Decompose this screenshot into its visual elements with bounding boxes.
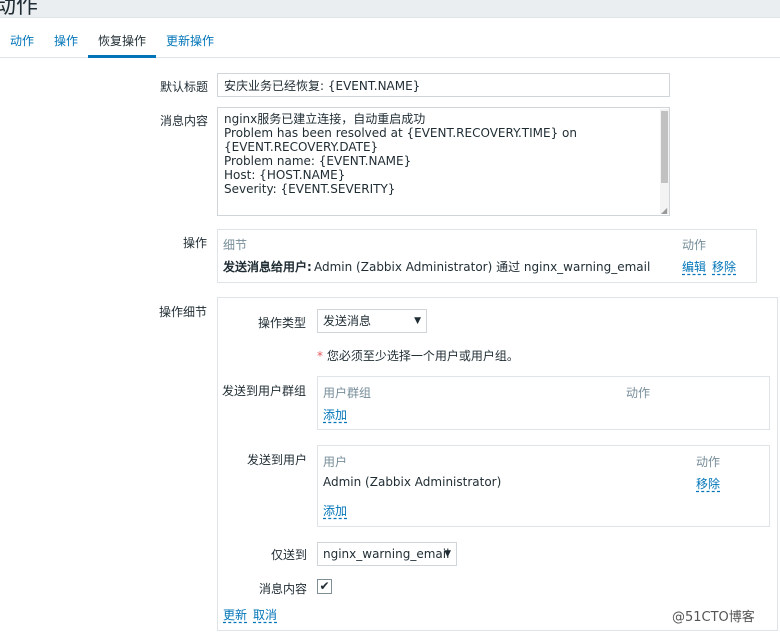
resize-grip-icon[interactable]: ◢ bbox=[661, 206, 669, 215]
remove-user-link[interactable]: 移除 bbox=[696, 475, 720, 492]
operation-type-label: 操作类型 bbox=[258, 316, 307, 330]
tab-action[interactable]: 动作 bbox=[10, 32, 34, 56]
operation-type-value: 发送消息 bbox=[323, 314, 372, 328]
scrollbar-thumb[interactable] bbox=[661, 111, 668, 183]
required-note-text: 您必须至少选择一个用户或用户组。 bbox=[326, 349, 519, 363]
required-note: * 您必须至少选择一个用户或用户组。 bbox=[317, 347, 519, 364]
message-scrollbar[interactable] bbox=[660, 109, 669, 214]
add-user-group-link[interactable]: 添加 bbox=[323, 406, 347, 423]
send-only-to-select[interactable]: nginx_warning_email ▼ bbox=[317, 542, 457, 566]
default-subject-input[interactable] bbox=[217, 73, 670, 97]
operation-detail-prefix: 发送消息给用户: bbox=[223, 260, 312, 274]
active-tab-indicator bbox=[88, 55, 156, 58]
user-name: Admin (Zabbix Administrator) bbox=[323, 475, 502, 489]
send-to-users-label: 发送到用户 bbox=[247, 453, 308, 467]
send-to-groups-label: 发送到用户群组 bbox=[222, 384, 307, 398]
required-star: * bbox=[317, 349, 323, 363]
message-line: Problem has been resolved at {EVENT.RECO… bbox=[224, 126, 577, 140]
message-line: {EVENT.RECOVERY.DATE} bbox=[224, 140, 379, 154]
update-link[interactable]: 更新 bbox=[223, 606, 247, 623]
tab-recovery-operations[interactable]: 恢复操作 bbox=[98, 32, 146, 56]
tab-bar: 动作 操作 恢复操作 更新操作 bbox=[0, 19, 780, 58]
page-title: 动作 bbox=[0, 0, 39, 18]
dropdown-arrow-icon: ▼ bbox=[414, 316, 421, 326]
column-header-action: 动作 bbox=[626, 386, 651, 400]
column-header-user-group: 用户群组 bbox=[323, 386, 372, 400]
user-groups-table: 用户群组 动作 添加 bbox=[317, 376, 770, 430]
tab-update-operations[interactable]: 更新操作 bbox=[166, 32, 214, 56]
operation-detail-text: Admin (Zabbix Administrator) 通过 nginx_wa… bbox=[314, 260, 651, 274]
cancel-link[interactable]: 取消 bbox=[253, 606, 277, 623]
send-only-to-label: 仅送到 bbox=[271, 548, 308, 562]
add-user-link[interactable]: 添加 bbox=[323, 502, 347, 519]
message-line: nginx服务已建立连接，自动重启成功 bbox=[224, 112, 426, 126]
message-textarea[interactable]: nginx服务已建立连接，自动重启成功 Problem has been res… bbox=[217, 107, 670, 216]
users-table: 用户 动作 Admin (Zabbix Administrator) 移除 添加 bbox=[317, 445, 770, 527]
dropdown-arrow-icon: ▼ bbox=[444, 549, 451, 559]
operation-type-select[interactable]: 发送消息 ▼ bbox=[317, 309, 427, 333]
message-line: Problem name: {EVENT.NAME} bbox=[224, 154, 412, 168]
column-header-action: 动作 bbox=[682, 238, 707, 252]
operations-table: 细节 动作 发送消息给用户: Admin (Zabbix Administrat… bbox=[217, 229, 757, 283]
message-content-checkbox[interactable]: ✔ bbox=[317, 579, 332, 594]
message-content-label: 消息内容 bbox=[259, 582, 308, 596]
message-label: 消息内容 bbox=[160, 114, 209, 128]
remove-operation-link[interactable]: 移除 bbox=[712, 258, 736, 275]
checkmark-icon: ✔ bbox=[319, 579, 330, 593]
column-header-user: 用户 bbox=[323, 455, 348, 469]
operations-label: 操作 bbox=[183, 236, 208, 250]
send-only-to-value: nginx_warning_email bbox=[323, 547, 450, 561]
tab-operations[interactable]: 操作 bbox=[54, 32, 78, 56]
watermark: @51CTO博客 bbox=[672, 610, 755, 625]
message-line: Severity: {EVENT.SEVERITY} bbox=[224, 182, 396, 196]
page-header: 动作 bbox=[0, 0, 780, 18]
column-header-details: 细节 bbox=[223, 238, 248, 252]
edit-operation-link[interactable]: 编辑 bbox=[682, 258, 706, 275]
operation-details-label: 操作细节 bbox=[159, 305, 208, 319]
default-subject-label: 默认标题 bbox=[160, 80, 209, 94]
column-header-action: 动作 bbox=[696, 455, 721, 469]
message-line: Host: {HOST.NAME} bbox=[224, 168, 346, 182]
